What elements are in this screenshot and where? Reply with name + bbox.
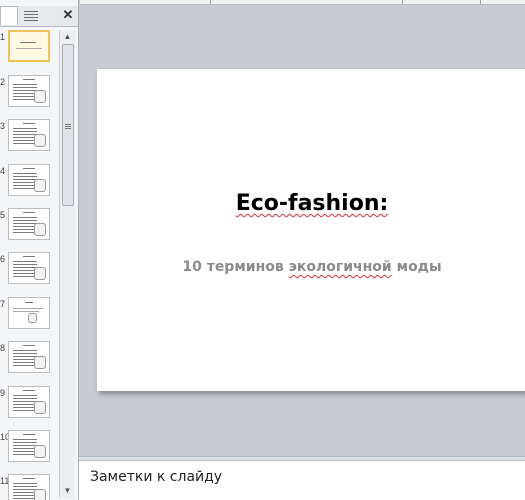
slide-number: 6	[0, 254, 6, 264]
slide-number: 10	[0, 432, 11, 442]
scroll-down-arrow-icon[interactable]: ▼	[60, 484, 75, 498]
slide-preview[interactable]	[8, 474, 50, 500]
scroll-up-arrow-icon[interactable]: ▲	[60, 30, 75, 44]
slide-canvas[interactable]: Eco-fashion: 10 терминов экологичной мод…	[97, 69, 525, 391]
slide-preview[interactable]	[8, 386, 50, 418]
panel-tabs: ✕	[0, 6, 78, 27]
slide-preview[interactable]	[8, 430, 50, 462]
slide-number: 8	[0, 343, 6, 353]
subtitle-text-1: 10 терминов	[182, 259, 289, 275]
slide-number: 1	[0, 32, 6, 42]
slide-number: 7	[0, 299, 6, 309]
slide-thumbnail[interactable]: 10	[0, 430, 58, 470]
slide-thumbnail[interactable]: 8	[0, 341, 58, 381]
slide-title-text: Eco-fashion:	[235, 191, 389, 216]
slide-number: 2	[0, 77, 6, 87]
slide-preview[interactable]	[8, 75, 50, 107]
slide-number: 3	[0, 121, 6, 131]
slide-preview[interactable]	[8, 30, 50, 62]
scroll-thumb[interactable]	[62, 44, 74, 206]
top-ruler	[80, 0, 525, 5]
slide-preview[interactable]	[8, 341, 50, 373]
slide-preview[interactable]	[8, 297, 50, 329]
subtitle-text-2: экологичной	[288, 259, 392, 275]
grip-icon	[65, 123, 71, 130]
slide-preview[interactable]	[8, 164, 50, 196]
slide-number: 9	[0, 388, 6, 398]
slides-panel: ✕ 1 2 3 4 5 6 7 8 9 10 11 ▲ ▼	[0, 0, 79, 500]
slide-thumbnails: 1 2 3 4 5 6 7 8 9 10 11	[0, 30, 58, 500]
subtitle-text-3: моды	[391, 259, 442, 275]
tab-outline[interactable]	[24, 9, 38, 22]
slide-thumbnail[interactable]: 4	[0, 164, 58, 204]
slide-number: 4	[0, 166, 6, 176]
tab-slides[interactable]	[0, 6, 18, 25]
slide-thumbnail[interactable]: 3	[0, 119, 58, 159]
slide-thumbnail[interactable]: 6	[0, 252, 58, 292]
slide-thumbnail[interactable]: 9	[0, 386, 58, 426]
slide-thumbnail[interactable]: 2	[0, 75, 58, 115]
notes-placeholder: Заметки к слайду	[90, 469, 223, 485]
slide-preview[interactable]	[8, 119, 50, 151]
notes-pane[interactable]: Заметки к слайду	[79, 460, 525, 500]
slide-number: 5	[0, 210, 6, 220]
slide-preview[interactable]	[8, 208, 50, 240]
slide-thumbnail[interactable]: 5	[0, 208, 58, 248]
slide-number: 11	[0, 476, 10, 486]
slide-preview[interactable]	[8, 252, 50, 284]
slide-thumbnail[interactable]: 1	[0, 30, 58, 70]
thumbnails-scrollbar[interactable]: ▲ ▼	[59, 30, 75, 498]
slide-title[interactable]: Eco-fashion:	[97, 191, 525, 216]
slide-subtitle[interactable]: 10 терминов экологичной моды	[97, 259, 525, 275]
slide-thumbnail[interactable]: 11	[0, 474, 58, 500]
slide-thumbnail[interactable]: 7	[0, 297, 58, 337]
close-panel-button[interactable]: ✕	[61, 8, 75, 22]
